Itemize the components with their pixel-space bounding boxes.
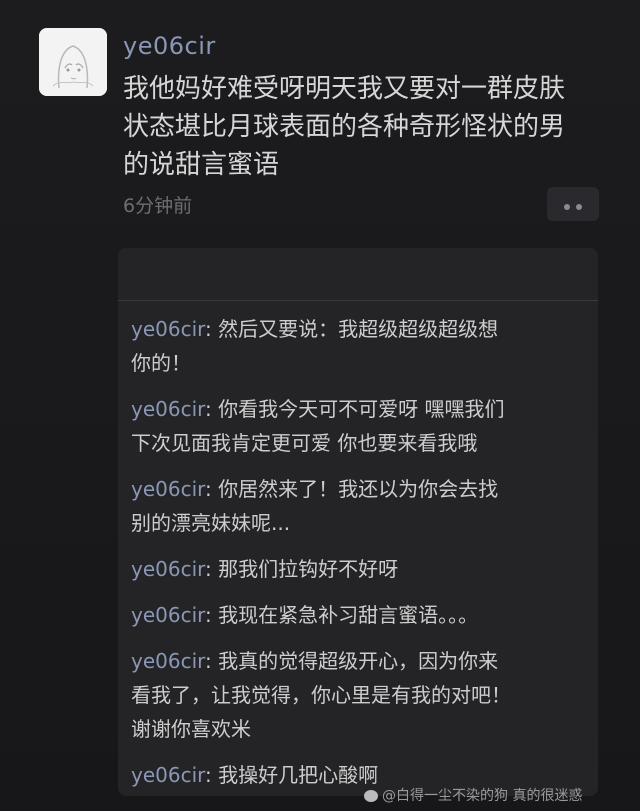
comment-text: 我现在紧急补习甜言蜜语。。。	[218, 603, 479, 627]
comment-text: 那我们拉钩好不好呀	[218, 557, 399, 581]
wechat-moment-post: ye06cir 我他妈好难受呀明天我又要对一群皮肤 状态堪比月球表面的各种奇形怪…	[0, 0, 640, 811]
comment-author[interactable]: ye06cir	[131, 603, 205, 627]
comment-separator: :	[205, 397, 219, 421]
post-text-line: 的说甜言蜜语	[123, 150, 280, 180]
post-text-line: 我他妈好难受呀明天我又要对一群皮肤	[123, 74, 566, 104]
post-text-line: 状态堪比月球表面的各种奇形怪状的男	[123, 112, 566, 142]
more-dots-icon	[561, 195, 585, 214]
comment-list: ye06cir: 然后又要说：我超级超级超级想 你的！ ye06cir: 你看我…	[131, 312, 591, 804]
comment-first-line: ye06cir: 你居然来了！我还以为你会去找	[131, 472, 591, 506]
comment-separator: :	[205, 649, 219, 673]
comment-item[interactable]: ye06cir: 你看我今天可不可爱呀 嘿嘿我们 下次见面我肯定更可爱 你也要来…	[131, 392, 591, 460]
comment-separator: :	[205, 477, 219, 501]
weibo-icon	[364, 790, 378, 802]
comment-text: 你看我今天可不可爱呀 嘿嘿我们	[218, 397, 505, 421]
comment-text: 我真的觉得超级开心，因为你来	[218, 649, 499, 673]
post-timestamp: 6分钟前	[123, 195, 193, 217]
comment-item[interactable]: ye06cir: 你居然来了！我还以为你会去找 别的漂亮妹妹呢...	[131, 472, 591, 540]
comment-text-line: 别的漂亮妹妹呢...	[131, 511, 291, 535]
likes-divider	[118, 300, 598, 301]
comment-first-line: ye06cir: 然后又要说：我超级超级超级想	[131, 312, 591, 346]
comment-text-line: 你的！	[131, 351, 191, 375]
anime-girl-avatar[interactable]	[39, 28, 107, 96]
weibo-watermark: @白得一尘不染的狗 真的很迷惑	[364, 785, 582, 805]
post-username[interactable]: ye06cir	[123, 32, 216, 60]
comment-text: 你居然来了！我还以为你会去找	[218, 477, 499, 501]
comment-separator: :	[205, 603, 219, 627]
comment-item[interactable]: ye06cir: 我真的觉得超级开心，因为你来 看我了，让我觉得，你心里是有我的…	[131, 644, 591, 746]
comment-first-line: ye06cir: 我现在紧急补习甜言蜜语。。。	[131, 598, 591, 632]
comment-author[interactable]: ye06cir	[131, 557, 205, 581]
comment-first-line: ye06cir: 那我们拉钩好不好呀	[131, 552, 591, 586]
comment-item[interactable]: ye06cir: 那我们拉钩好不好呀	[131, 552, 591, 586]
post-content: 我他妈好难受呀明天我又要对一群皮肤 状态堪比月球表面的各种奇形怪状的男 的说甜言…	[123, 70, 603, 184]
comment-first-line: ye06cir: 你看我今天可不可爱呀 嘿嘿我们	[131, 392, 591, 426]
comment-separator: :	[205, 317, 219, 341]
comment-item[interactable]: ye06cir: 我现在紧急补习甜言蜜语。。。	[131, 598, 591, 632]
comment-author[interactable]: ye06cir	[131, 763, 205, 787]
comment-text: 我操好几把心酸啊	[218, 763, 379, 787]
comment-author[interactable]: ye06cir	[131, 317, 205, 341]
more-actions-button[interactable]	[547, 187, 599, 221]
comment-first-line: ye06cir: 我真的觉得超级开心，因为你来	[131, 644, 591, 678]
comment-text: 然后又要说：我超级超级超级想	[218, 317, 499, 341]
watermark-text: @白得一尘不染的狗 真的很迷惑	[382, 788, 583, 804]
comment-author[interactable]: ye06cir	[131, 397, 205, 421]
comment-author[interactable]: ye06cir	[131, 477, 205, 501]
comment-separator: :	[205, 763, 219, 787]
comment-separator: :	[205, 557, 219, 581]
comment-text-line: 谢谢你喜欢米	[131, 717, 251, 741]
comment-author[interactable]: ye06cir	[131, 649, 205, 673]
comment-item[interactable]: ye06cir: 然后又要说：我超级超级超级想 你的！	[131, 312, 591, 380]
comment-text-line: 下次见面我肯定更可爱 你也要来看我哦	[131, 431, 478, 455]
comment-text-line: 看我了，让我觉得，你心里是有我的对吧！	[131, 683, 511, 707]
avatar-illustration	[39, 28, 107, 96]
